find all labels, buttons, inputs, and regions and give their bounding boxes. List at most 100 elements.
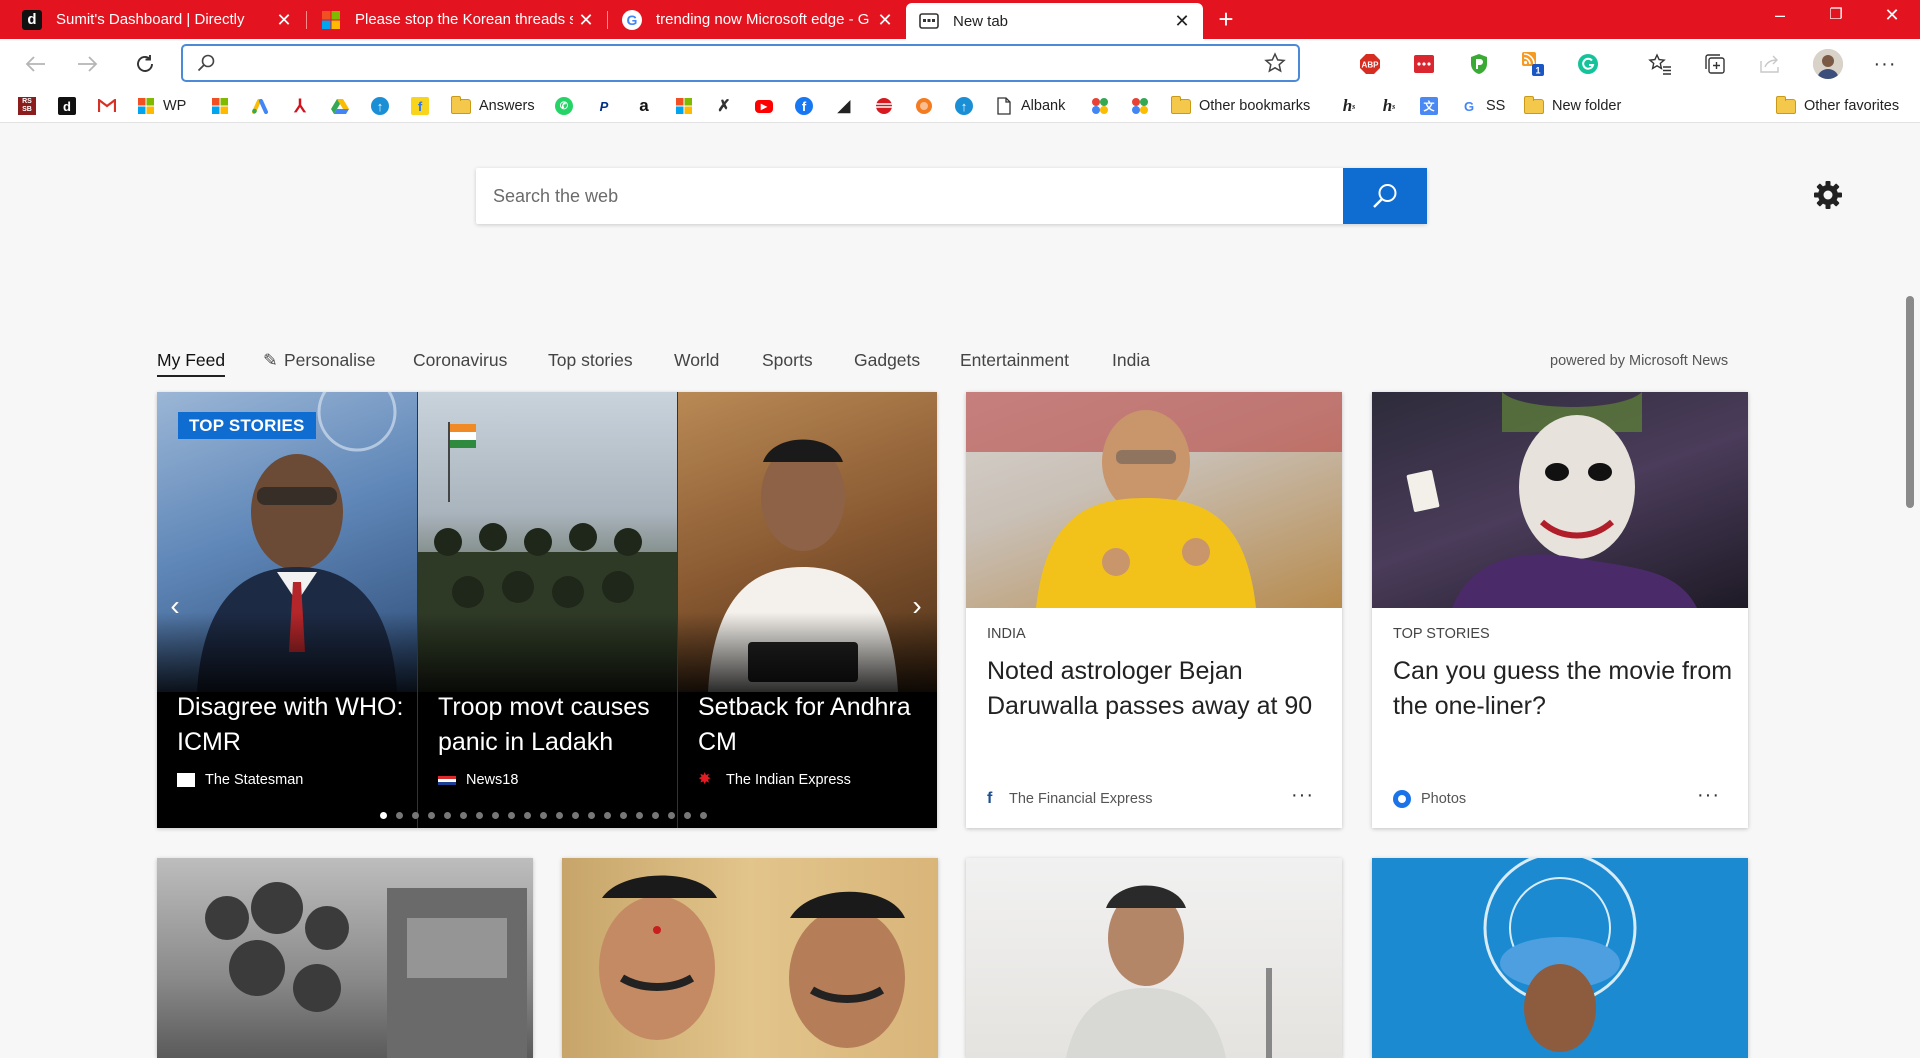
bookmark-microsoft[interactable] <box>211 89 229 123</box>
address-input[interactable] <box>219 50 1249 76</box>
carousel-dot[interactable] <box>684 812 691 819</box>
carousel-dot[interactable] <box>652 812 659 819</box>
window-close-icon[interactable]: ✕ <box>1864 0 1920 32</box>
carousel-dot[interactable] <box>508 812 515 819</box>
carousel-dot[interactable] <box>636 812 643 819</box>
page-scrollbar[interactable] <box>1906 296 1914 508</box>
page-settings-gear-icon[interactable] <box>1812 179 1844 211</box>
bookmark-wing[interactable]: ◢ <box>835 89 853 123</box>
news-card-row2-2[interactable] <box>562 858 938 1058</box>
bookmark-facebook[interactable]: f <box>795 89 813 123</box>
adblock-plus-icon[interactable]: ABP <box>1357 51 1383 77</box>
favorite-star-icon[interactable] <box>1264 52 1286 79</box>
bookmark-tool[interactable]: ✗ <box>715 89 733 123</box>
feed-tab-coronavirus[interactable]: Coronavirus <box>413 350 507 375</box>
carousel-dot[interactable] <box>668 812 675 819</box>
bookmark-orange[interactable] <box>915 89 933 123</box>
bookmark-colorful-2[interactable] <box>1131 89 1149 123</box>
bookmark-other-bookmarks[interactable]: Other bookmarks <box>1171 89 1310 123</box>
tab-directly-dashboard[interactable]: d Sumit's Dashboard | Directly ✕ <box>0 0 305 39</box>
hero-story-3[interactable]: Setback for Andhra CM ✸ The Indian Expres… <box>677 392 937 828</box>
carousel-dot[interactable] <box>492 812 499 819</box>
new-tab-plus-icon[interactable]: + <box>1213 6 1239 33</box>
share-icon[interactable] <box>1757 51 1783 77</box>
bookmark-microsoft-store[interactable] <box>675 89 693 123</box>
carousel-dot[interactable] <box>476 812 483 819</box>
carousel-next-chevron-icon[interactable]: › <box>907 592 927 622</box>
bookmark-wp[interactable]: WP <box>137 89 186 123</box>
more-options-icon[interactable]: ··· <box>1697 784 1720 807</box>
news-card-row2-1[interactable] <box>157 858 533 1058</box>
bookmark-translate[interactable]: 文 <box>1420 89 1438 123</box>
feed-tab-personalise[interactable]: Personalise <box>284 350 375 375</box>
minimize-icon[interactable]: – <box>1752 0 1808 32</box>
ellipsis-red-icon[interactable] <box>1411 51 1437 77</box>
more-options-icon[interactable]: ··· <box>1291 784 1314 807</box>
tab-korean-threads[interactable]: Please stop the Korean threads s ✕ <box>307 0 607 39</box>
feed-tab-top-stories[interactable]: Top stories <box>548 350 633 375</box>
bookmark-flipkart[interactable]: f <box>411 89 429 123</box>
feed-tab-entertainment[interactable]: Entertainment <box>960 350 1069 375</box>
carousel-dot[interactable] <box>380 812 387 819</box>
carousel-dot[interactable] <box>444 812 451 819</box>
back-arrow-icon[interactable] <box>20 49 50 79</box>
feed-tab-sports[interactable]: Sports <box>762 350 813 375</box>
close-icon[interactable]: ✕ <box>872 10 898 30</box>
bookmark-ss[interactable]: G SS <box>1460 89 1505 123</box>
bookmark-new-folder[interactable]: New folder <box>1524 89 1621 123</box>
carousel-dot[interactable] <box>620 812 627 819</box>
bookmark-directly[interactable]: d <box>58 89 76 123</box>
carousel-dot[interactable] <box>460 812 467 819</box>
bookmark-youtube[interactable]: ▶ <box>755 89 773 123</box>
carousel-dot[interactable] <box>412 812 419 819</box>
bookmark-other-favorites[interactable]: Other favorites <box>1776 89 1899 123</box>
bookmark-colorful-1[interactable] <box>1091 89 1109 123</box>
carousel-dot[interactable] <box>524 812 531 819</box>
carousel-dot[interactable] <box>428 812 435 819</box>
settings-more-icon[interactable]: ··· <box>1872 51 1898 77</box>
bookmark-news[interactable] <box>875 89 893 123</box>
news-card-row2-4[interactable] <box>1372 858 1748 1058</box>
bookmark-whatsapp[interactable]: ✆ <box>555 89 573 123</box>
favorites-icon[interactable] <box>1647 51 1673 77</box>
feed-tab-world[interactable]: World <box>674 350 719 375</box>
bookmark-info[interactable]: ↑ <box>371 89 389 123</box>
search-button[interactable] <box>1343 168 1427 224</box>
carousel-dot[interactable] <box>396 812 403 819</box>
carousel-dot[interactable] <box>540 812 547 819</box>
bookmark-gmail[interactable] <box>98 89 116 123</box>
close-icon[interactable]: ✕ <box>271 10 297 30</box>
bookmark-acrobat[interactable]: ⅄ <box>291 89 309 123</box>
tab-new-tab[interactable]: New tab ✕ <box>906 3 1203 39</box>
bookmark-drive[interactable] <box>331 89 349 123</box>
bookmark-rs-sb[interactable]: RS SB <box>18 89 36 123</box>
bookmark-google-ads[interactable] <box>251 89 269 123</box>
carousel-dot[interactable] <box>604 812 611 819</box>
bookmark-paypal[interactable]: P <box>595 89 613 123</box>
tab-google-search[interactable]: G trending now Microsoft edge - G ✕ <box>608 0 906 39</box>
feed-tab-gadgets[interactable]: Gadgets <box>854 350 920 375</box>
carousel-dot[interactable] <box>700 812 707 819</box>
web-search-input[interactable] <box>493 183 1343 209</box>
bookmark-albank[interactable]: Albank <box>995 89 1065 123</box>
news-card-movie-quiz[interactable]: TOP STORIES Can you guess the movie from… <box>1372 392 1748 828</box>
refresh-icon[interactable] <box>130 49 160 79</box>
carousel-dot[interactable] <box>572 812 579 819</box>
bookmark-h-1[interactable]: hs <box>1340 89 1358 123</box>
carousel-dot[interactable] <box>588 812 595 819</box>
profile-avatar-icon[interactable] <box>1813 49 1843 79</box>
address-bar[interactable] <box>181 44 1300 82</box>
close-icon[interactable]: ✕ <box>1169 11 1195 31</box>
bookmark-amazon[interactable]: a <box>635 89 653 123</box>
bookmark-h-2[interactable]: hs <box>1380 89 1398 123</box>
rss-badge-icon[interactable]: 1 <box>1520 51 1546 77</box>
carousel-prev-chevron-icon[interactable]: ‹ <box>165 592 185 622</box>
forward-arrow-icon[interactable] <box>73 49 103 79</box>
news-card-row2-3[interactable] <box>966 858 1342 1058</box>
hero-story-2[interactable]: Troop movt causes panic in Ladakh News18 <box>417 392 677 828</box>
collections-icon[interactable] <box>1702 51 1728 77</box>
feed-tab-india[interactable]: India <box>1112 350 1150 375</box>
news-card-astrologer[interactable]: INDIA Noted astrologer Bejan Daruwalla p… <box>966 392 1342 828</box>
carousel-dot[interactable] <box>556 812 563 819</box>
grammarly-icon[interactable] <box>1575 51 1601 77</box>
